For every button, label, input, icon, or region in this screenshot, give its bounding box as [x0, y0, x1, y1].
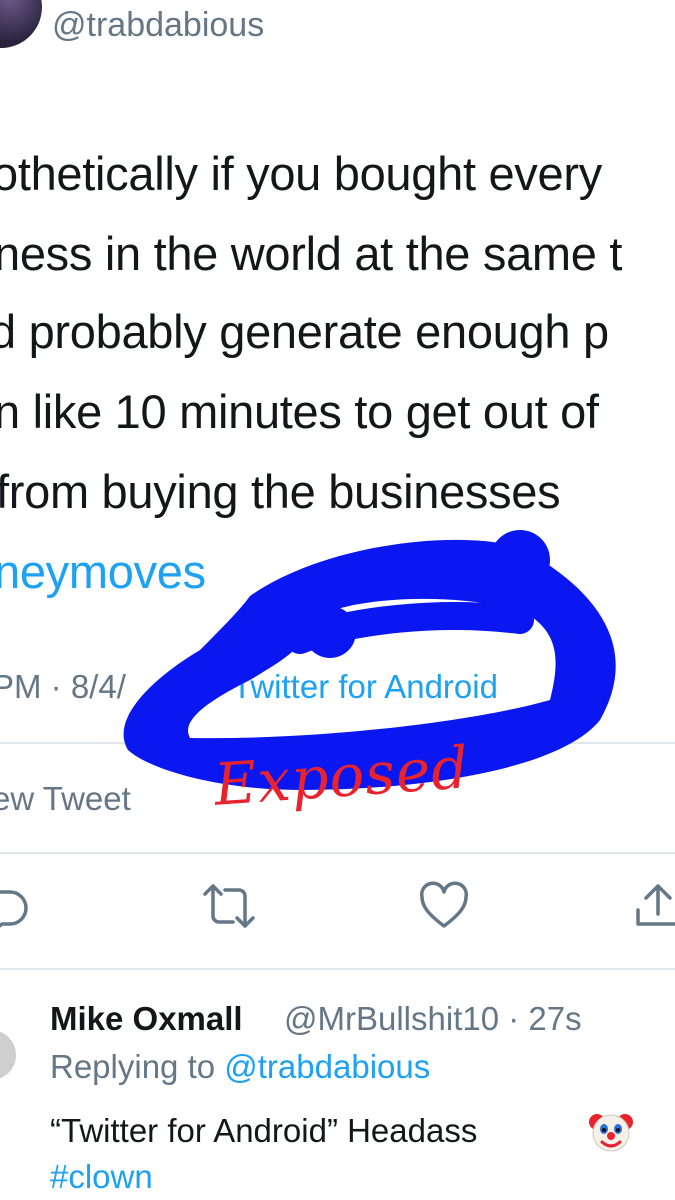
mention-link[interactable]: @trabdabious — [224, 1048, 430, 1085]
view-tweet-activity-link[interactable]: ew Tweet — [0, 780, 131, 818]
share-icon[interactable] — [632, 880, 675, 932]
tweet-text-line: ness in the world at the same t — [0, 227, 623, 280]
reply-icon[interactable] — [0, 880, 32, 932]
tweet-source-link[interactable]: Twitter for Android — [232, 668, 498, 706]
tweet-text-line: d probably generate enough p — [0, 305, 609, 358]
hashtag-link[interactable]: neymoves — [0, 544, 206, 599]
reply-author-name[interactable]: Mike Oxmall — [50, 1000, 243, 1038]
tweet-text-line: n like 10 minutes to get out of — [0, 385, 599, 438]
author-handle[interactable]: @trabdabious — [52, 6, 264, 45]
hashtag-link[interactable]: #clown — [50, 1158, 153, 1196]
divider — [0, 968, 675, 970]
replying-to-label: Replying to — [50, 1048, 225, 1085]
reply-author-avatar[interactable] — [0, 1030, 16, 1080]
tweet-text-line: othetically if you bought every — [0, 147, 602, 200]
like-icon[interactable] — [418, 880, 470, 932]
tweet-text: othetically if you bought every ness in … — [0, 140, 675, 610]
divider — [0, 852, 675, 854]
exposed-annotation-text: Exposed — [211, 733, 472, 819]
author-avatar[interactable] — [0, 0, 42, 48]
tweet-text-line: from buying the businesses — [0, 465, 561, 518]
clown-face-icon — [588, 1108, 634, 1154]
tweet-detail-screen: @trabdabious othetically if you bought e… — [0, 0, 675, 1200]
reply-text: “Twitter for Android” Headass — [50, 1112, 478, 1149]
tweet-timestamp: PM · 8/4/ — [0, 668, 126, 705]
replying-to-line: Replying to @trabdabious — [50, 1048, 430, 1086]
retweet-icon[interactable] — [203, 880, 255, 932]
reply-author-handle: @MrBullshit10 · 27s — [284, 1000, 582, 1037]
